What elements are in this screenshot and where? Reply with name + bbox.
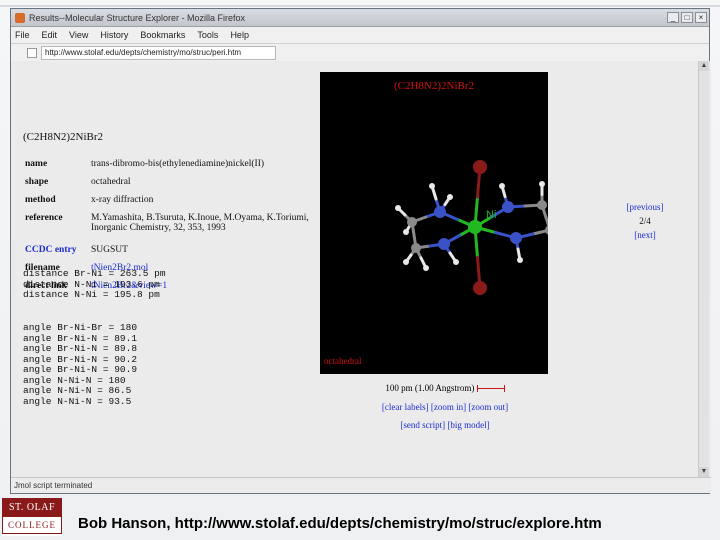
st-olaf-logo: ST. OLAF COLLEGE [2, 498, 62, 536]
property-row: name trans-dibromo-bis(ethylenediamine)n… [25, 159, 331, 177]
menu-file[interactable]: File [15, 30, 30, 40]
property-row: reference M.Yamashita, B.Tsuruta, K.Inou… [25, 213, 331, 245]
atom-br1[interactable] [473, 160, 487, 174]
atom-h6[interactable] [453, 259, 459, 265]
angle-item: angle Br-Ni-N = 90.9 [23, 364, 138, 375]
menu-history[interactable]: History [100, 30, 128, 40]
molecule-model[interactable]: Ni [320, 72, 548, 374]
ccdc-link[interactable]: CCDC entry [25, 245, 91, 263]
property-key: method [25, 195, 56, 205]
distance-item: distance N-Ni = 195.8 pm [23, 289, 160, 300]
property-row: CCDC entry SUGSUT [25, 245, 331, 263]
atom-h12[interactable] [403, 229, 409, 235]
jmol-viewer[interactable]: (C2H8N2)2NiBr2 Ni octahedral [320, 72, 548, 374]
atom-ni[interactable] [468, 220, 482, 234]
atom-c2[interactable] [411, 243, 421, 253]
property-value: trans-dibromo-bis(ethylenediamine)nickel… [91, 159, 265, 169]
menu-bookmarks[interactable]: Bookmarks [140, 30, 185, 40]
menu-edit[interactable]: Edit [42, 30, 58, 40]
atom-n1[interactable] [434, 206, 446, 218]
send-script-link[interactable]: [send script] [400, 420, 445, 430]
property-key: shape [25, 177, 49, 187]
logo-top-text: ST. OLAF [2, 498, 62, 517]
scale-text: 100 pm (1.00 Angstrom) [385, 383, 475, 393]
scale-bar [476, 385, 505, 393]
atom-h7[interactable] [499, 183, 505, 189]
atom-n4[interactable] [510, 232, 522, 244]
clear-labels-link[interactable]: [clear labels] [382, 402, 429, 412]
close-button[interactable]: × [695, 12, 707, 23]
model-nav: [previous] 2/4 [next] [614, 200, 676, 242]
page-icon [27, 48, 37, 58]
zoom-in-link[interactable]: [zoom in] [431, 402, 466, 412]
menu-bar: File Edit View History Bookmarks Tools H… [11, 27, 709, 44]
firefox-icon [15, 12, 25, 23]
status-bar: Jmol script terminated [11, 477, 711, 493]
property-value: octahedral [91, 177, 131, 187]
previous-link[interactable]: [previous] [614, 200, 676, 214]
property-value: SUGSUT [91, 245, 128, 255]
atom-h1[interactable] [429, 183, 435, 189]
angle-item: angle N-Ni-N = 93.5 [23, 395, 132, 407]
maximize-button[interactable]: □ [681, 12, 693, 23]
ni-atom-label: Ni [486, 209, 496, 221]
zoom-out-link[interactable]: [zoom out] [468, 402, 508, 412]
atom-c3[interactable] [537, 200, 547, 210]
minimize-button[interactable]: _ [667, 12, 679, 23]
url-field[interactable]: http://www.stolaf.edu/depts/chemistry/mo… [41, 46, 276, 60]
angle-list: angle Br-Ni-Br = 180 angle Br-Ni-N = 89.… [23, 322, 138, 407]
menu-tools[interactable]: Tools [197, 30, 218, 40]
atom-c1[interactable] [407, 217, 417, 227]
window-title: Results--Molecular Structure Explorer - … [29, 12, 246, 23]
atom-n3[interactable] [438, 238, 450, 250]
menu-view[interactable]: View [69, 30, 88, 40]
vertical-scrollbar[interactable]: ▲ ▼ [698, 61, 709, 477]
atom-n2[interactable] [502, 201, 514, 213]
menu-help[interactable]: Help [230, 30, 249, 40]
scroll-up-arrow-icon[interactable]: ▲ [699, 61, 709, 71]
property-value: x-ray diffraction [91, 195, 154, 205]
atom-h8[interactable] [539, 181, 545, 187]
property-row: method x-ray diffraction [25, 195, 331, 213]
atom-h4[interactable] [403, 259, 409, 265]
atom-br2[interactable] [473, 281, 487, 295]
next-link[interactable]: [next] [614, 228, 676, 242]
property-key: name [25, 159, 48, 169]
logo-bottom-text: COLLEGE [2, 517, 62, 534]
shape-label: octahedral [324, 356, 362, 366]
viewer-controls: [clear labels] [zoom in] [zoom out] [330, 402, 560, 412]
scale-row: 100 pm (1.00 Angstrom) [330, 383, 560, 393]
angle-item: angle Br-Ni-Br = 180 [23, 322, 138, 333]
scroll-down-arrow-icon[interactable]: ▼ [699, 467, 709, 477]
property-row: shape octahedral [25, 177, 331, 195]
molecule-formula: (C2H8N2)2NiBr2 [23, 131, 104, 143]
atom-c4[interactable] [545, 225, 548, 235]
distance-list: distance Br-Ni = 263.5 pm distance N-Ni … [23, 268, 166, 301]
viewer-controls-2: [send script] [big model] [330, 420, 560, 430]
slide-decoration [0, 5, 720, 7]
distance-item: distance Br-Ni = 263.5 pm [23, 268, 166, 279]
atom-h2[interactable] [447, 194, 453, 200]
angle-item: angle Br-Ni-N = 89.8 [23, 343, 138, 354]
property-key: reference [25, 213, 63, 223]
atom-h5[interactable] [423, 265, 429, 271]
atom-h10[interactable] [517, 257, 523, 263]
model-counter: 2/4 [639, 216, 651, 226]
slide-caption: Bob Hanson, http://www.stolaf.edu/depts/… [78, 515, 602, 532]
angle-item: angle N-Ni-N = 86.5 [23, 385, 132, 396]
title-bar: Results--Molecular Structure Explorer - … [11, 9, 709, 27]
big-model-link[interactable]: [big model] [447, 420, 489, 430]
atom-h3[interactable] [395, 205, 401, 211]
property-value: M.Yamashita, B.Tsuruta, K.Inoue, M.Oyama… [91, 213, 309, 233]
